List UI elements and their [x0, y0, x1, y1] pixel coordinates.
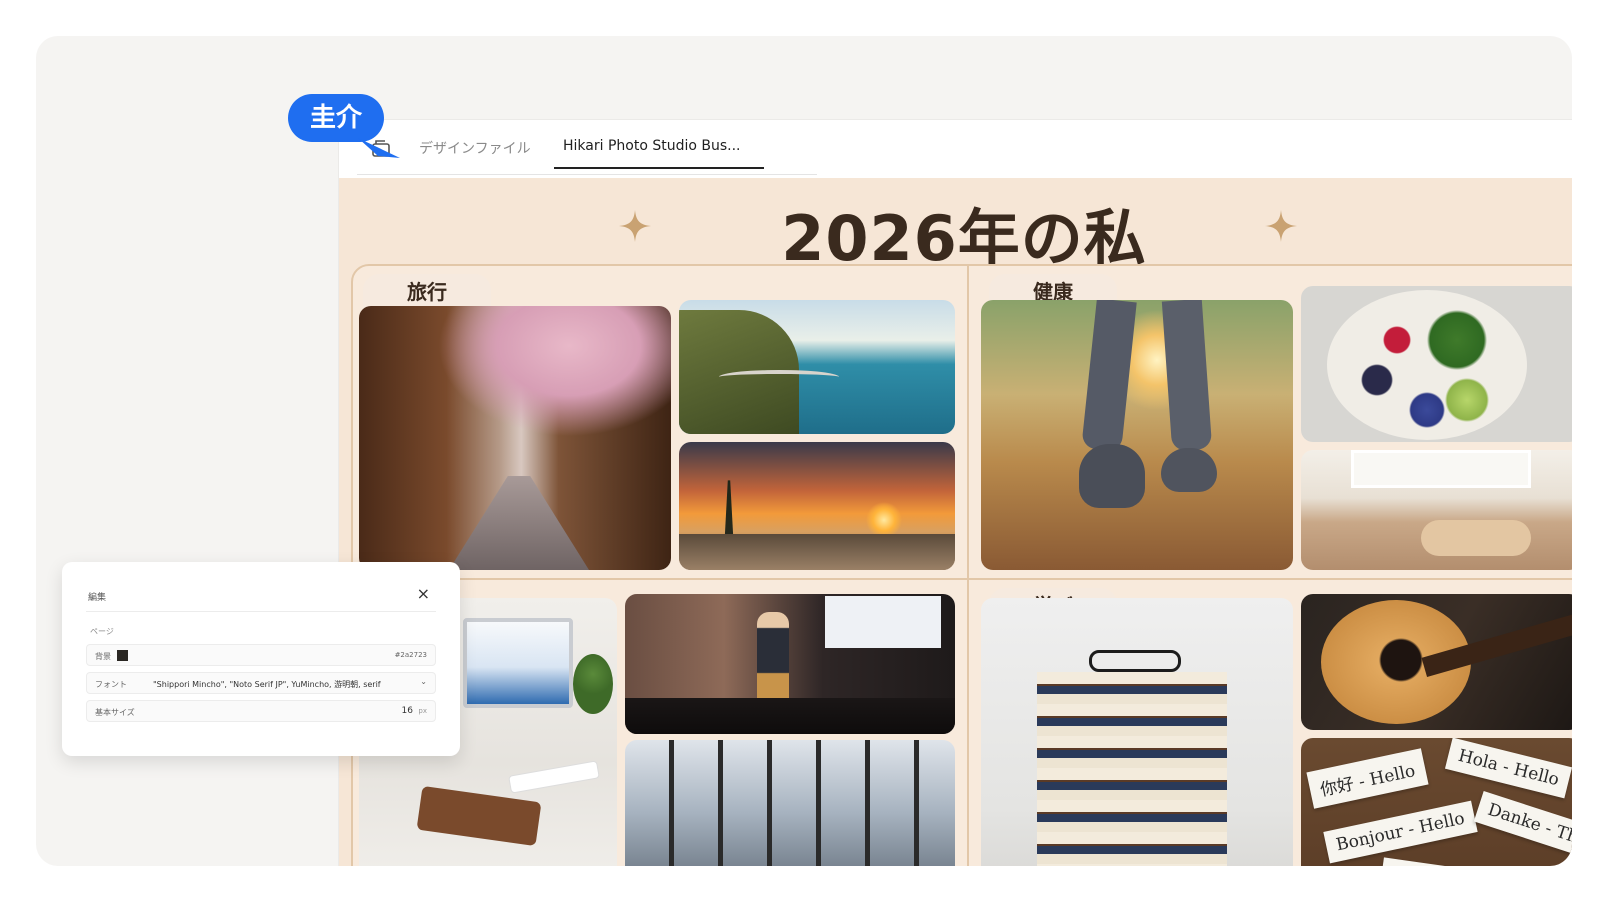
tab-divider	[357, 174, 817, 175]
base-size-field[interactable]: 基本サイズ 16 px	[86, 700, 436, 722]
editor-window: デザインファイル Hikari Photo Studio Bus... 2026…	[339, 120, 1572, 866]
photo-coastal-road[interactable]	[679, 300, 955, 434]
background-color-field[interactable]: 背景 #2a2723	[86, 644, 436, 666]
color-swatch[interactable]	[117, 650, 128, 661]
collaborator-badge: 圭介	[288, 94, 384, 142]
language-card: Danke - Thanks	[1473, 790, 1572, 866]
photo-yoga-mat[interactable]	[1301, 450, 1572, 570]
font-family-select[interactable]: フォント "Shippori Mincho", "Noto Serif JP",…	[86, 672, 436, 694]
vision-board-slide[interactable]: 2026年の私 旅行 健康 学び 你好 - Hello	[339, 178, 1572, 866]
language-card: 你好 - Hello	[1306, 748, 1429, 809]
font-label: フォント	[95, 680, 127, 689]
base-size-unit: px	[418, 707, 427, 715]
chevron-down-icon[interactable]: ⌄	[420, 677, 427, 686]
base-size-value[interactable]: 16	[402, 706, 413, 716]
background-label: 背景	[95, 652, 111, 661]
photo-kyoto-street[interactable]	[359, 306, 671, 570]
language-card: Hola - Hello	[1444, 738, 1572, 799]
font-family-value: "Shippori Mincho", "Noto Serif JP", YuMi…	[153, 680, 381, 689]
language-card: Danke - Thanks	[1379, 857, 1537, 866]
tab-design-files[interactable]: デザインファイル	[419, 138, 531, 158]
panel-section-page: ページ	[90, 627, 114, 636]
photo-guitar[interactable]	[1301, 594, 1572, 730]
active-tab-indicator	[554, 167, 764, 169]
panel-title: 編集	[88, 593, 107, 603]
photo-beach-sunset[interactable]	[679, 442, 955, 570]
base-size-label: 基本サイズ	[95, 708, 135, 717]
section-label-travel: 旅行	[363, 274, 491, 310]
collaborator-cursor-icon	[358, 138, 400, 158]
photo-book-stack[interactable]	[981, 598, 1293, 866]
properties-panel: 編集 × ページ 背景 #2a2723 フォント "Shippori Minch…	[62, 562, 460, 756]
photo-language-cards[interactable]: 你好 - Hello Hola - Hello Bonjour - Hello …	[1301, 738, 1572, 866]
background-hex-value: #2a2723	[394, 651, 427, 659]
close-icon[interactable]: ×	[417, 584, 430, 603]
photo-healthy-bowl[interactable]	[1301, 286, 1572, 442]
language-card: Bonjour - Hello	[1323, 800, 1478, 864]
photo-presentation[interactable]	[625, 594, 955, 734]
tab-hikari-photo-studio[interactable]: Hikari Photo Studio Bus...	[563, 138, 741, 154]
panel-header: 編集 ×	[86, 582, 436, 612]
tab-bar: デザインファイル Hikari Photo Studio Bus...	[339, 120, 1572, 178]
photo-city-view[interactable]	[625, 740, 955, 866]
photo-running[interactable]	[981, 300, 1293, 570]
